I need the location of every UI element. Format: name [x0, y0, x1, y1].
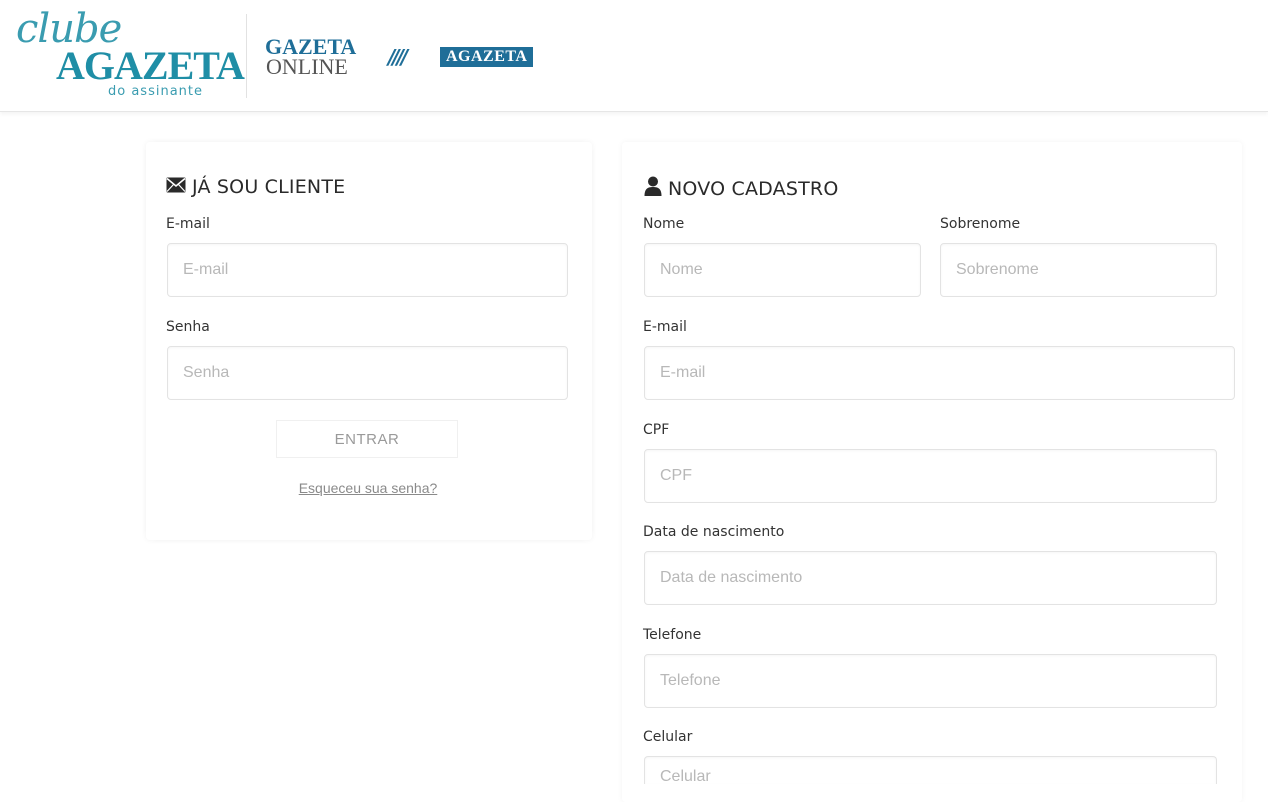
site-header: clube AGAZETA do assinante GAZETA ONLINE… [0, 0, 1268, 112]
login-submit-button[interactable]: ENTRAR [276, 420, 458, 458]
agazeta-logo-text: AGAZETA [440, 47, 534, 67]
login-password-label: Senha [166, 319, 210, 335]
login-email-input[interactable] [167, 243, 568, 297]
login-email-label: E-mail [166, 216, 210, 232]
gazeta-logo-line2: ONLINE [266, 54, 348, 79]
gazeta-online-logo[interactable]: GAZETA ONLINE [265, 34, 365, 82]
mobile-input[interactable] [644, 756, 1217, 784]
birthdate-input[interactable] [644, 551, 1217, 605]
last-name-label: Sobrenome [940, 216, 1021, 232]
register-email-input[interactable] [644, 346, 1235, 400]
login-password-input[interactable] [167, 346, 568, 400]
clube-agazeta-logo[interactable]: clube AGAZETA do assinante [14, 6, 245, 102]
register-title-text: NOVO CADASTRO [668, 177, 839, 200]
logo-tagline: do assinante [108, 84, 204, 99]
login-title-text: JÁ SOU CLIENTE [192, 176, 346, 198]
logo-brand-text: AGAZETA [56, 43, 245, 88]
forgot-password-link[interactable]: Esqueceu sua senha? [268, 480, 468, 496]
birthdate-label: Data de nascimento [643, 524, 785, 540]
register-email-label: E-mail [643, 319, 687, 335]
last-name-input[interactable] [940, 243, 1217, 297]
first-name-label: Nome [643, 216, 685, 232]
phone-input[interactable] [644, 654, 1217, 708]
first-name-input[interactable] [644, 243, 921, 297]
register-title: NOVO CADASTRO [644, 176, 838, 201]
agazeta-logo-bars: //// [388, 45, 408, 69]
mobile-label: Celular [643, 729, 693, 745]
phone-label: Telefone [643, 627, 702, 643]
envelope-icon [166, 176, 186, 198]
agazeta-logo[interactable]: //// AGAZETA [388, 46, 566, 68]
logo-divider [246, 14, 247, 98]
user-icon [644, 176, 662, 201]
cpf-label: CPF [643, 422, 670, 438]
cpf-input[interactable] [644, 449, 1217, 503]
login-title: JÁ SOU CLIENTE [166, 176, 345, 198]
